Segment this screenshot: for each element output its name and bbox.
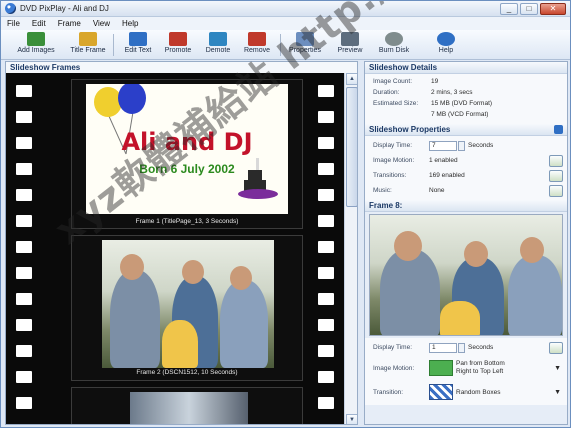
frame-transition-row: Transition: Random Boxes ▼ [365,381,567,403]
detail-row: Image Count: 19 [373,76,561,87]
image-motion-thumbnail-icon [429,360,453,376]
help-label: Help [438,47,454,54]
scroll-thumb[interactable] [346,87,357,207]
detail-value: 2 mins, 3 secs [431,89,473,96]
title-bar: DVD PixPlay - Ali and DJ _ □ ✕ [1,1,570,17]
frame-transition-label: Transition: [373,388,404,396]
display-time-unit: Seconds [468,142,494,149]
menu-help[interactable]: Help [116,19,144,28]
promote-label: Promote [164,47,192,54]
detail-key: Image Count: [373,78,413,85]
menu-file[interactable]: File [1,19,26,28]
frame-image-motion-value[interactable]: Pan from Bottom Right to Top Left [456,360,518,376]
image-motion-label: Image Motion: [373,157,415,164]
frame-image-motion-label: Image Motion: [373,364,415,372]
slideshow-properties: Display Time: 7 Seconds Image Motion: 1 … [365,136,567,200]
film-holes-right [312,73,340,424]
frame-display-time-label: Display Time: [373,344,413,351]
title-frame-label: Title Frame [70,47,106,54]
transition-thumbnail-icon [429,384,453,400]
help-button[interactable]: Help [423,32,469,54]
transitions-label: Transitions: [373,172,407,179]
burn-disk-button[interactable]: Burn Disk [371,32,417,54]
burn-disk-icon [385,32,403,46]
image-motion-row: Image Motion: 1 enabled [365,153,567,168]
music-label: Music: [373,187,392,194]
frame-properties: Display Time: 1 Seconds Image Motion: Pa… [365,338,567,405]
music-settings-button[interactable] [549,184,563,197]
transitions-row: Transitions: 169 enabled [365,168,567,183]
window-title: DVD PixPlay - Ali and DJ [20,4,109,13]
detail-row: Duration: 2 mins, 3 secs [373,87,561,98]
frame-preview [369,214,563,336]
detail-value: 7 MB (VCD Format) [431,111,489,118]
close-button[interactable]: ✕ [540,2,566,15]
frame-display-time-input[interactable]: 1 [429,342,457,353]
image-motion-value: 1 enabled [429,157,458,164]
frame-image-motion-row: Image Motion: Pan from Bottom Right to T… [365,355,567,381]
edit-text-icon [129,32,147,46]
film-holes-left [10,73,38,424]
add-images-button[interactable]: Add Images [13,32,59,54]
image-motion-settings-button[interactable] [549,154,563,167]
transitions-value: 169 enabled [429,172,465,179]
slideshow-details: Image Count: 19 Duration: 2 mins, 3 secs… [365,74,567,124]
display-time-label: Display Time: [373,142,413,149]
frame-display-time-row: Display Time: 1 Seconds [365,340,567,355]
chevron-down-icon[interactable]: ▼ [554,389,561,396]
frame-2[interactable]: Frame 2 (DSCN1512, 10 Seconds) [71,235,303,381]
detail-value: 19 [431,78,439,85]
music-row: Music: None [365,183,567,198]
demote-icon [209,32,227,46]
help-icon [437,32,455,46]
scroll-down-icon[interactable]: ▼ [346,414,357,424]
frame-display-time-spinner[interactable] [458,342,465,353]
detail-key: Estimated Size: [373,100,419,107]
family-photo-thumbnail [102,240,274,368]
info-icon[interactable] [554,125,563,134]
transitions-settings-button[interactable] [549,169,563,182]
properties-pane: Slideshow Details Image Count: 19 Durati… [364,61,568,425]
detail-row: Estimated Size: 15 MB (DVD Format) [373,98,561,109]
add-images-icon [27,32,45,46]
frames-scrollbar[interactable]: ▲ ▼ [344,73,357,424]
scroll-up-icon[interactable]: ▲ [346,73,357,85]
detail-row: 7 MB (VCD Format) [373,109,561,120]
add-images-label: Add Images [17,47,55,54]
edit-text-label: Edit Text [124,47,152,54]
slideshow-details-header: Slideshow Details [365,62,567,74]
chevron-down-icon[interactable]: ▼ [554,365,561,372]
slideshow-display-time-row: Display Time: 7 Seconds [365,138,567,153]
detail-value: 15 MB (DVD Format) [431,100,493,107]
minimize-button[interactable]: _ [500,2,518,15]
dvd-app-icon [5,3,16,14]
display-time-spinner[interactable] [458,140,465,151]
slideshow-properties-title: Slideshow Properties [369,125,451,134]
frame-preview-photo [370,215,562,335]
frame-3-thumbnail [130,392,248,424]
demote-label: Demote [205,47,231,54]
frame-transition-value[interactable]: Random Boxes [456,389,500,396]
frame-display-time-button[interactable] [549,341,563,354]
frame-3[interactable] [71,387,303,424]
title-frame-icon [79,32,97,46]
toolbar-separator [113,34,114,56]
frame-2-caption: Frame 2 (DSCN1512, 10 Seconds) [136,369,238,376]
menu-frame[interactable]: Frame [52,19,87,28]
promote-icon [169,32,187,46]
display-time-input[interactable]: 7 [429,140,457,151]
music-value: None [429,187,445,194]
title-frame-button[interactable]: Title Frame [65,32,111,54]
frame-display-time-unit: Seconds [468,344,494,351]
frame-header: Frame 8: [365,200,567,212]
app-window: DVD PixPlay - Ali and DJ _ □ ✕ File Edit… [0,0,571,428]
menu-view[interactable]: View [87,19,116,28]
maximize-button[interactable]: □ [520,2,538,15]
slideshow-properties-header: Slideshow Properties [365,124,567,136]
burn-disk-label: Burn Disk [378,47,410,54]
detail-key: Duration: [373,89,400,96]
menu-edit[interactable]: Edit [26,19,52,28]
preview-label: Preview [337,47,363,54]
